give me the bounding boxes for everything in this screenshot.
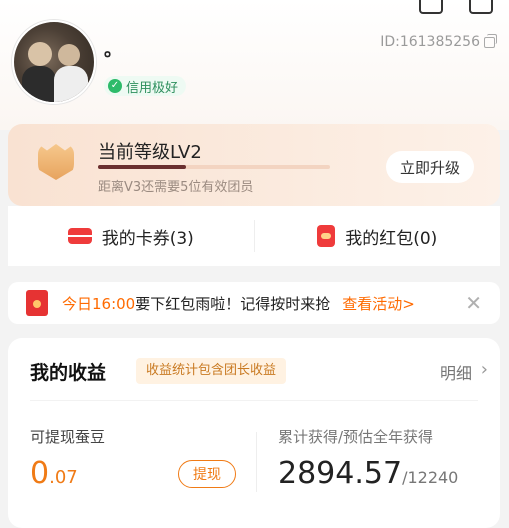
earnings-tag: 收益统计包含团长收益 [136, 358, 287, 384]
level-subtitle: 距离V3还需要5位有效团员 [98, 180, 254, 195]
withdrawable-label: 可提现蚕豆 [30, 428, 106, 446]
earnings-title: 我的收益 [30, 362, 107, 384]
divider [256, 432, 257, 492]
notice-time: 今日16:00 [62, 294, 136, 313]
top-actions [419, 0, 493, 14]
withdrawable-int: 0 [30, 456, 50, 491]
notice-banner[interactable]: 今日16:00要下红包雨啦！记得按时来抢 查看活动> ✕ [8, 282, 500, 324]
level-progress-bar [98, 165, 330, 169]
credit-badge[interactable]: ✓ 信用极好 [104, 76, 187, 96]
total-estimate: /12240 [402, 468, 459, 487]
settings-icon[interactable] [419, 0, 443, 14]
level-badge-icon [38, 144, 74, 180]
notice-text: 今日16:00要下红包雨啦！记得按时来抢 [62, 293, 330, 314]
copy-icon[interactable] [484, 33, 497, 48]
redpack-label: 我的红包(0) [345, 228, 438, 249]
view-activity-link[interactable]: 查看活动> [342, 293, 415, 314]
wallet-row: 我的卡券(3) 我的红包(0) [8, 206, 500, 266]
total-earned-value: 2894.57/12240 [278, 456, 458, 491]
notice-message: 要下红包雨啦！记得按时来抢 [135, 294, 331, 313]
level-card: 当前等级LV2 距离V3还需要5位有效团员 立即升级 [8, 124, 500, 206]
withdrawable-dec: .07 [49, 467, 78, 488]
nickname: 。 [104, 40, 122, 61]
level-title: 当前等级LV2 [98, 142, 202, 163]
divider [30, 400, 478, 401]
coupons-label: 我的卡券(3) [101, 228, 194, 249]
chevron-right-icon[interactable]: › [481, 359, 488, 380]
total-earned-label: 累计获得/预估全年获得 [278, 428, 434, 446]
message-icon[interactable] [469, 0, 493, 14]
earnings-card: 我的收益 收益统计包含团长收益 明细 › 可提现蚕豆 0.07 提现 累计获得/… [8, 338, 500, 528]
user-id[interactable]: ID:161385256 [380, 33, 497, 50]
user-id-text: ID:161385256 [380, 34, 480, 50]
withdraw-button[interactable]: 提现 [178, 460, 236, 488]
red-envelope-icon [26, 290, 48, 316]
avatar[interactable] [12, 20, 96, 104]
credit-label: 信用极好 [126, 80, 179, 96]
withdrawable-value: 0.07 [30, 456, 78, 491]
check-shield-icon: ✓ [108, 79, 122, 93]
level-progress-fill [98, 165, 187, 169]
close-icon[interactable]: ✕ [465, 291, 482, 315]
coupon-icon [67, 228, 92, 244]
redpack-entry[interactable]: 我的红包(0) [255, 224, 501, 249]
red-packet-icon [317, 225, 336, 247]
total-value-number: 2894.57 [278, 456, 403, 491]
coupons-entry[interactable]: 我的卡券(3) [8, 224, 254, 249]
upgrade-button[interactable]: 立即升级 [386, 151, 474, 183]
details-link[interactable]: 明细 [440, 360, 472, 384]
